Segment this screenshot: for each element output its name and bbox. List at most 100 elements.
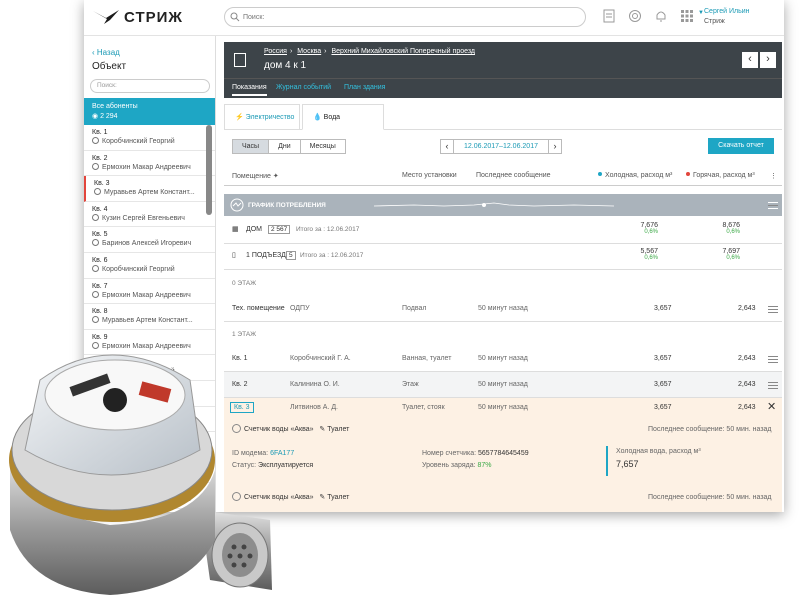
row-last: 50 минут назад xyxy=(478,305,528,312)
consumption-graph-bar[interactable]: ГРАФИК ПОТРЕБЛЕНИЯ xyxy=(224,194,782,216)
person-icon xyxy=(94,188,101,196)
date-prev-button[interactable]: ‹ xyxy=(440,139,454,154)
row-menu-icon[interactable] xyxy=(768,356,778,363)
next-object-button[interactable]: › xyxy=(760,52,776,68)
close-icon[interactable]: ✕ xyxy=(767,400,776,413)
water-meter-image xyxy=(9,354,272,595)
lightning-icon: ⚡ xyxy=(235,114,244,121)
tab-plan[interactable]: План здания xyxy=(344,84,385,91)
house-cold: 7,676 0,6% xyxy=(640,222,658,235)
prev-object-button[interactable]: ‹ xyxy=(742,52,758,68)
sidebar-search-input[interactable]: Поиск: xyxy=(90,79,210,93)
tab-readings[interactable]: Показания xyxy=(232,84,267,96)
list-item[interactable]: Кв. 3 Муравьев Артем Констант... xyxy=(84,176,215,202)
support-icon[interactable] xyxy=(628,9,642,23)
list-item-person: Ермохин Макар Андреевич xyxy=(92,290,208,300)
date-range-value[interactable]: 12.06.2017–12.06.2017 xyxy=(454,139,548,154)
crumb-street[interactable]: Верхний Михайловский Поперечный проезд xyxy=(331,48,475,55)
sidebar-title: Объект xyxy=(92,61,127,72)
columns-menu-icon[interactable]: ⋮ xyxy=(770,172,777,180)
meter-2-last: Последнее сообщение: 50 мин. назад xyxy=(648,494,772,501)
row-menu-icon[interactable] xyxy=(768,382,778,389)
pencil-icon: ✎ xyxy=(319,426,326,433)
tab-electricity[interactable]: ⚡ Электричество xyxy=(224,104,300,130)
table-row[interactable]: Кв. 2 Калинина О. И. Этаж 50 минут назад… xyxy=(224,372,782,398)
bell-icon[interactable] xyxy=(654,9,668,23)
house-total: Итого за : 12.06.2017 xyxy=(296,226,360,233)
crumb-moscow[interactable]: Москва xyxy=(297,48,321,55)
person-icon xyxy=(92,264,99,272)
entrance-label: 1 ПОДЪЕЗД xyxy=(246,252,286,259)
period-days[interactable]: Дни xyxy=(269,140,301,153)
user-name: Сергей Ильин xyxy=(704,8,750,15)
sort-icon: ✦ xyxy=(272,173,279,180)
cold-water-value: 7,657 xyxy=(616,459,639,469)
col-last-message: Последнее сообщение xyxy=(476,172,551,179)
date-next-button[interactable]: › xyxy=(548,139,562,154)
period-months[interactable]: Месяцы xyxy=(300,140,345,153)
back-link[interactable]: ‹ Назад xyxy=(92,48,120,57)
sidebar-scrollbar[interactable] xyxy=(206,125,212,215)
row-room[interactable]: Тех. помещение xyxy=(232,305,285,312)
list-item[interactable]: Кв. 1 Коробчинский Георгий xyxy=(84,125,215,151)
tab-journal[interactable]: Журнал событий xyxy=(276,84,331,91)
period-hours[interactable]: Часы xyxy=(233,140,270,153)
col-room-label: Помещение xyxy=(232,173,271,180)
all-subscribers-label: Все абоненты xyxy=(92,103,138,110)
entrance-summary-row[interactable]: ▯ 1 ПОДЪЕЗД 5 Итого за : 12.06.2017 5,56… xyxy=(224,244,782,270)
row-owner: Калинина О. И. xyxy=(290,381,340,388)
list-item[interactable]: Кв. 2 Ермохин Макар Андреевич xyxy=(84,151,215,177)
crumb-russia[interactable]: Россия xyxy=(264,48,287,55)
house-icon: ▦ xyxy=(232,226,239,233)
col-room[interactable]: Помещение ✦ xyxy=(232,172,279,180)
entrance-hot: 7,697 0,6% xyxy=(722,248,740,261)
apps-grid-icon[interactable] xyxy=(680,9,694,23)
cold-dot-icon xyxy=(598,172,602,176)
table-row[interactable]: Кв. 1 Коробчинский Г. А. Ванная, туалет … xyxy=(224,346,782,372)
table-row[interactable]: Тех. помещение ОДПУ Подвал 50 минут наза… xyxy=(224,296,782,322)
meter-2-location: Туалет xyxy=(327,494,350,501)
table-row-selected[interactable]: Кв. 3 Литвинов А. Д. Туалет, стояк 50 ми… xyxy=(224,398,782,418)
list-item[interactable]: Кв. 6 Коробчинский Георгий xyxy=(84,253,215,279)
user-menu[interactable]: ▼ Сергей Ильин Стриж xyxy=(698,7,750,27)
download-report-button[interactable]: Скачать отчет xyxy=(708,138,774,154)
row-menu-icon[interactable] xyxy=(768,306,778,313)
list-item-apartment: Кв. 5 xyxy=(92,231,108,239)
row-owner: Коробчинский Г. А. xyxy=(290,355,351,362)
main-panel: Россия › Москва › Верхний Михайловский Поп… xyxy=(224,42,782,512)
graph-menu-icon[interactable] xyxy=(768,202,778,209)
person-icon xyxy=(92,239,99,247)
list-item-person: Муравьев Артем Констант... xyxy=(92,316,208,325)
search-input[interactable] xyxy=(243,10,573,24)
row-last: 50 минут назад xyxy=(478,404,528,411)
graph-label: ГРАФИК ПОТРЕБЛЕНИЯ xyxy=(248,202,326,209)
row-owner: ОДПУ xyxy=(290,305,310,312)
report-icon[interactable] xyxy=(602,9,616,23)
number-value: 5657784645459 xyxy=(478,450,529,457)
global-search[interactable] xyxy=(224,7,586,27)
col-cold: Холодная, расход м³ xyxy=(598,172,672,179)
logo[interactable]: СТРИЖ xyxy=(92,8,183,26)
brand-name: СТРИЖ xyxy=(124,8,183,26)
chevron-down-icon: ▼ xyxy=(698,10,704,16)
list-item-person: Коробчинский Георгий xyxy=(92,137,208,146)
period-switch: Часы Дни Месяцы xyxy=(232,139,346,154)
row-cold: 3,657 xyxy=(654,305,672,312)
meter-1-location: Туалет xyxy=(327,426,350,433)
tab-water[interactable]: 💧 Вода xyxy=(302,104,384,130)
list-item[interactable]: Кв. 4 Кузин Сергей Евгеньевич xyxy=(84,202,215,228)
col-cold-label: Холодная, расход м³ xyxy=(605,172,673,179)
meter-details: Счетчик воды «Аква» ✎ Туалет Последнее с… xyxy=(224,418,782,512)
date-range-picker: ‹ 12.06.2017–12.06.2017 › xyxy=(440,139,562,154)
list-item-person: Коробчинский Георгий xyxy=(92,264,208,274)
list-item[interactable]: Кв. 8 Муравьев Артем Констант... xyxy=(84,304,215,330)
app-bar: СТРИЖ Поиск: ▼ Сергей Ильин Стриж xyxy=(84,0,784,36)
house-label: ДОМ xyxy=(246,226,263,233)
list-item[interactable]: Кв. 7 Ермохин Макар Андреевич xyxy=(84,279,215,305)
list-item[interactable]: Кв. 5 Баринов Алексей Игоревич xyxy=(84,227,215,253)
all-subscribers-item[interactable]: Все абоненты ◉ 2 294 xyxy=(84,98,215,125)
pencil-icon: ✎ xyxy=(319,494,326,501)
row-place: Подвал xyxy=(402,305,427,312)
cold-water-block: Холодная вода, расход м³ 7,657 xyxy=(606,446,701,476)
house-summary-row[interactable]: ▦ ДОМ 2 567 Итого за : 12.06.2017 7,676 0… xyxy=(224,218,782,244)
